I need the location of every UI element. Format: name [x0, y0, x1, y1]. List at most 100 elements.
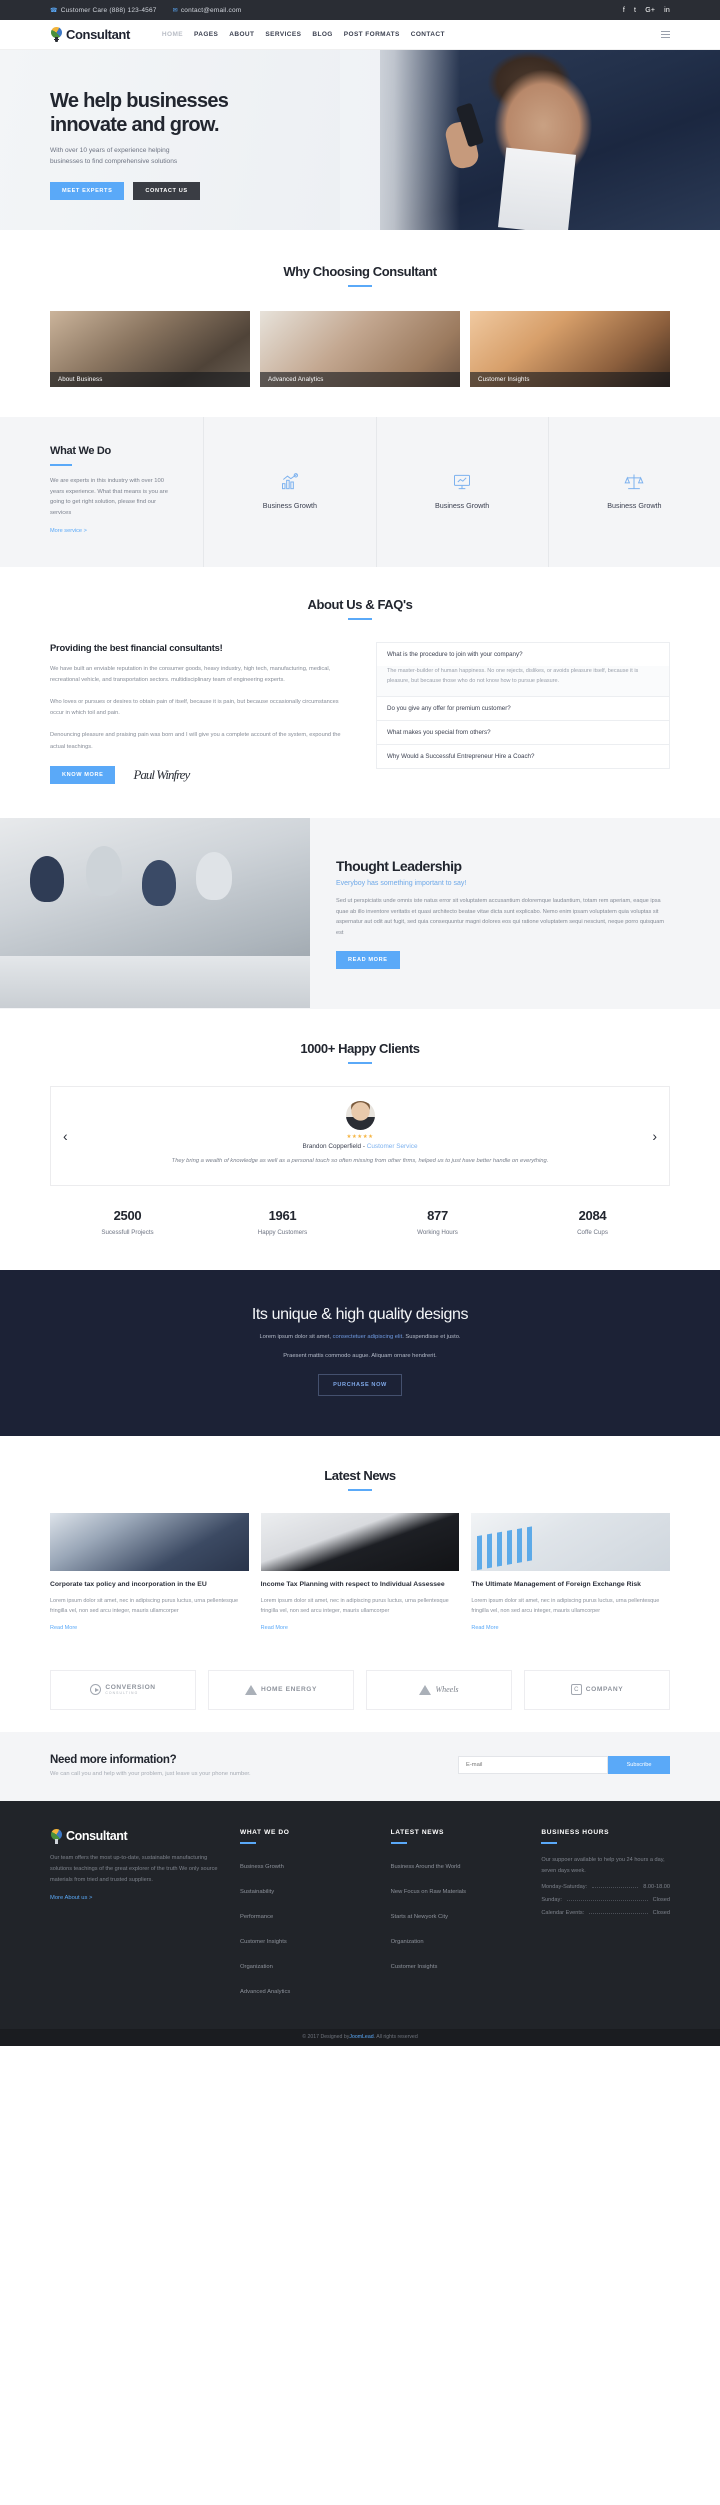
client-name-text: CONVERSION: [105, 1684, 156, 1692]
purchase-now-button[interactable]: PURCHASE NOW: [318, 1373, 402, 1396]
why-card[interactable]: Customer Insights: [470, 311, 670, 387]
faq-item[interactable]: Do you give any offer for premium custom…: [376, 695, 670, 720]
title-underline: [348, 1488, 372, 1491]
hero-banner: We help businesses innovate and grow. Wi…: [0, 50, 720, 230]
top-bar: ☎ Customer Care (888) 123-4567 ✉ contact…: [0, 0, 720, 20]
footer-link[interactable]: Advanced Analytics: [240, 1989, 290, 1995]
news-thumbnail: [50, 1512, 249, 1571]
read-more-button[interactable]: READ MORE: [336, 951, 400, 970]
list-item: Performance: [240, 1905, 369, 1923]
footer-brand[interactable]: Consultant: [50, 1828, 218, 1844]
client-subtext: CONSULTING: [105, 1691, 139, 1696]
linkedin-icon[interactable]: in: [664, 7, 670, 14]
footer-link[interactable]: Performance: [240, 1914, 273, 1920]
subscribe-button[interactable]: Subscribe: [608, 1756, 670, 1775]
more-services-link[interactable]: More service >: [50, 528, 87, 534]
why-card[interactable]: Advanced Analytics: [260, 311, 460, 387]
avatar: [345, 1101, 375, 1131]
nav-item-contact[interactable]: CONTACT: [411, 31, 445, 38]
client-logo[interactable]: C COMPANY: [524, 1669, 670, 1710]
client-logo[interactable]: HOME ENERGY: [208, 1669, 354, 1710]
hours-value: Closed: [652, 1909, 671, 1916]
faq-question[interactable]: What is the procedure to join with your …: [377, 643, 669, 666]
faq-question[interactable]: What makes you special from others?: [377, 721, 669, 744]
facebook-icon[interactable]: f: [623, 7, 625, 14]
footer-link[interactable]: Organization: [391, 1939, 424, 1945]
what-we-do-copy: We are experts in this industry with ove…: [50, 478, 168, 517]
client-name: COMPANY: [585, 1686, 624, 1694]
meet-experts-button[interactable]: MEET EXPERTS: [50, 181, 125, 200]
what-we-do-intro: What We Do We are experts in this indust…: [0, 417, 205, 567]
twitter-icon[interactable]: t: [634, 7, 636, 14]
growth-chart-icon: [222, 469, 357, 495]
hamburger-menu-icon[interactable]: [661, 31, 670, 38]
service-card[interactable]: Business Growth: [377, 417, 549, 567]
read-more-link[interactable]: Read More: [261, 1625, 288, 1631]
about-paragraph: Who loves or pursues or desires to obtai…: [50, 699, 339, 717]
service-card[interactable]: Business Growth: [549, 417, 720, 567]
footer-link[interactable]: Sustainability: [240, 1889, 274, 1895]
faq-item[interactable]: What makes you special from others?: [376, 719, 670, 744]
nav-item-services[interactable]: SERVICES: [265, 31, 301, 38]
footer-link[interactable]: Customer Insights: [240, 1939, 287, 1945]
signature: Paul Winfrey: [133, 766, 190, 782]
nav-item-about[interactable]: ABOUT: [229, 31, 254, 38]
nav-item-pages[interactable]: PAGES: [194, 31, 218, 38]
stat-item: 2084 Coffe Cups: [515, 1208, 670, 1236]
cta-line1-a: Lorem ipsum dolor sit amet,: [259, 1334, 333, 1341]
footer-link[interactable]: Business Around the World: [391, 1864, 461, 1870]
card-caption: About Business: [50, 372, 250, 387]
client-name: Wheels: [435, 1685, 459, 1695]
faq-item[interactable]: Why Would a Successful Entrepreneur Hire…: [376, 743, 670, 769]
author-role: Customer Service: [366, 1143, 418, 1151]
title-underline: [348, 285, 372, 287]
news-thumbnail: [471, 1512, 671, 1571]
news-item-excerpt: Lorem ipsum dolor sit amet, nec in adipi…: [471, 1597, 660, 1614]
footer-link[interactable]: Starts at Newyork City: [391, 1914, 448, 1920]
why-card[interactable]: About Business: [50, 311, 250, 387]
brand-logo[interactable]: Consultant: [50, 27, 130, 42]
hours-value: Closed: [652, 1896, 671, 1903]
nav-item-home[interactable]: HOME: [162, 31, 183, 38]
service-card[interactable]: Business Growth: [204, 417, 377, 567]
phone-icon: ☎: [50, 7, 58, 14]
copyright-link[interactable]: JoomLead: [349, 2034, 373, 2040]
email-info[interactable]: ✉ contact@email.com: [173, 7, 242, 14]
footer-latest-news-column: LATEST NEWS Business Around the World Ne…: [390, 1829, 520, 2005]
google-plus-icon[interactable]: G+: [645, 7, 655, 14]
cta-inline-link[interactable]: consectetuer adipiscing elit: [333, 1334, 403, 1340]
nav-item-post-formats[interactable]: POST FORMATS: [344, 31, 400, 38]
news-item[interactable]: Corporate tax policy and incorporation i…: [50, 1512, 249, 1634]
read-more-link[interactable]: Read More: [50, 1625, 77, 1631]
stat-label: Working Hours: [417, 1229, 458, 1237]
footer-link[interactable]: Organization: [240, 1964, 273, 1970]
footer-column-title: WHAT WE DO: [240, 1828, 290, 1836]
faq-question[interactable]: Why Would a Successful Entrepreneur Hire…: [377, 745, 669, 768]
footer-link[interactable]: Customer Insights: [391, 1964, 438, 1970]
know-more-button[interactable]: KNOW MORE: [50, 765, 116, 784]
prev-arrow-icon[interactable]: ‹: [63, 1129, 68, 1143]
footer-link[interactable]: New Focus on Raw Materials: [391, 1889, 466, 1895]
hours-intro: Our suppoer available to help you 24 hou…: [541, 1856, 665, 1874]
more-about-link[interactable]: More About us >: [50, 1895, 92, 1901]
footer-link[interactable]: Business Growth: [240, 1864, 284, 1870]
stat-item: 2500 Sucessfull Projects: [50, 1208, 205, 1236]
email-input[interactable]: [458, 1756, 608, 1775]
client-logo[interactable]: Wheels: [366, 1669, 512, 1710]
card-caption: Customer Insights: [470, 372, 670, 387]
list-item: Sustainability: [240, 1880, 369, 1898]
read-more-link[interactable]: Read More: [471, 1625, 498, 1631]
list-item: Advanced Analytics: [240, 1980, 369, 1998]
next-arrow-icon[interactable]: ›: [652, 1129, 657, 1143]
faq-item[interactable]: What is the procedure to join with your …: [376, 642, 670, 696]
faq-question[interactable]: Do you give any offer for premium custom…: [377, 697, 669, 720]
contact-us-button[interactable]: CONTACT US: [133, 181, 200, 200]
footer-column-title: BUSINESS HOURS: [541, 1828, 610, 1836]
news-item[interactable]: The Ultimate Management of Foreign Excha…: [471, 1512, 671, 1634]
news-item[interactable]: Income Tax Planning with respect to Indi…: [260, 1512, 460, 1634]
nav-item-blog[interactable]: BLOG: [312, 31, 332, 38]
hours-row: Sunday: Closed: [541, 1897, 670, 1903]
client-logo[interactable]: CONVERSION CONSULTING: [50, 1669, 196, 1710]
stat-number: 2500: [113, 1208, 142, 1224]
copyright-bar: © 2017 Designed by JoomLead. All rights …: [0, 2028, 720, 2046]
